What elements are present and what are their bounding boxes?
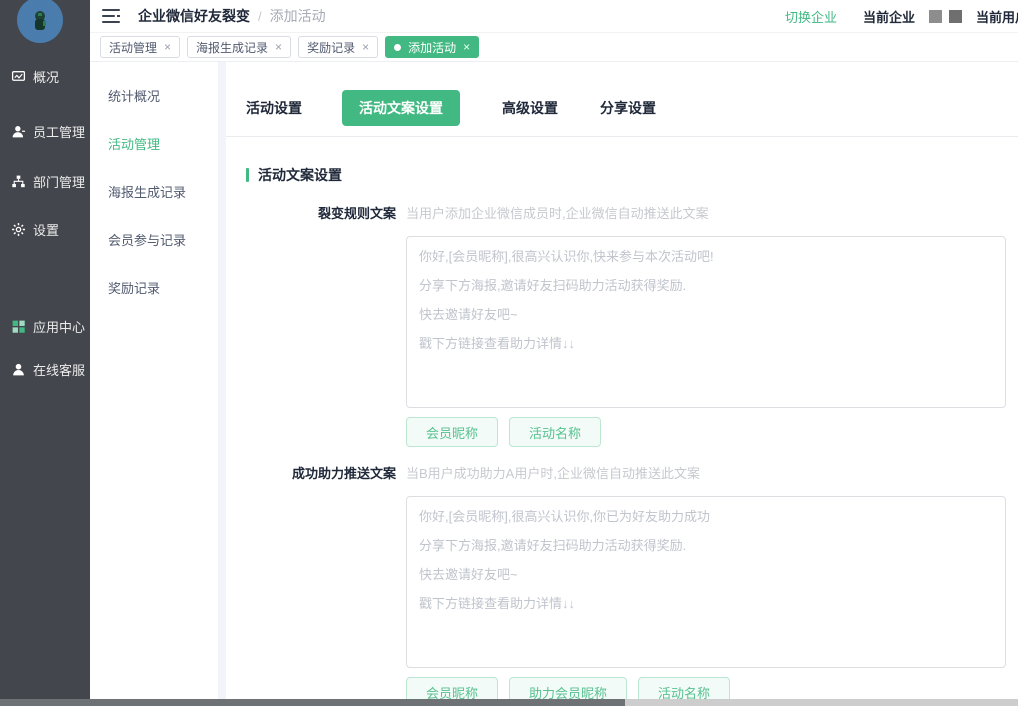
- sidebar-item-settings[interactable]: 设置: [0, 217, 90, 241]
- close-icon[interactable]: ×: [164, 40, 171, 54]
- insert-activity-name-button[interactable]: 活动名称: [509, 417, 601, 447]
- tab-activity-copywriting-settings[interactable]: 活动文案设置: [342, 90, 460, 126]
- sidebar-item-employees[interactable]: 员工管理: [0, 119, 90, 143]
- page-chip-add-activity[interactable]: 添加活动 ×: [385, 36, 479, 58]
- assist-success-copy-row: 成功助力推送文案 当B用户成功助力A用户时,企业微信自动推送此文案: [246, 463, 1018, 482]
- submenu-item-member-participation[interactable]: 会员参与记录: [90, 217, 218, 265]
- sidebar-item-label: 部门管理: [33, 172, 85, 191]
- opened-tabs-bar: 活动管理 × 海报生成记录 × 奖励记录 × 添加活动 ×: [90, 33, 1018, 62]
- close-icon[interactable]: ×: [275, 40, 282, 54]
- content-row: 统计概况 活动管理 海报生成记录 会员参与记录 奖励记录 活动设置 活动文案设置…: [90, 62, 1018, 700]
- fission-rule-copy-textarea[interactable]: 你好,[会员昵称],很高兴认识你,快来参与本次活动吧! 分享下方海报,邀请好友扫…: [406, 236, 1006, 408]
- gear-icon: [11, 222, 26, 237]
- right-column: 企业微信好友裂变 / 添加活动 切换企业 当前企业 当前用户 活动管理 × 海报…: [90, 0, 1018, 700]
- horizontal-scrollbar-track[interactable]: [0, 699, 1018, 706]
- assist-success-copy-textarea-wrap: 你好,[会员昵称],很高兴认识你,你已为好友助力成功 分享下方海报,邀请好友扫码…: [406, 496, 1018, 668]
- assist-success-copy-textarea[interactable]: 你好,[会员昵称],很高兴认识你,你已为好友助力成功 分享下方海报,邀请好友扫码…: [406, 496, 1006, 668]
- company-logo-1: [929, 10, 942, 23]
- page-chip-poster-records[interactable]: 海报生成记录 ×: [187, 36, 291, 58]
- page-chip-reward-records[interactable]: 奖励记录 ×: [298, 36, 378, 58]
- submenu-item-poster-records[interactable]: 海报生成记录: [90, 169, 218, 217]
- sidebar-item-label: 应用中心: [33, 317, 85, 336]
- collapse-menu-icon[interactable]: [102, 9, 120, 23]
- sidebar-item-departments[interactable]: 部门管理: [0, 169, 90, 193]
- secondary-sidebar: 统计概况 活动管理 海报生成记录 会员参与记录 奖励记录: [90, 62, 218, 700]
- fission-rule-copy-row: 裂变规则文案 当用户添加企业微信成员时,企业微信自动推送此文案: [246, 203, 1018, 222]
- fission-rule-copy-textarea-wrap: 你好,[会员昵称],很高兴认识你,快来参与本次活动吧! 分享下方海报,邀请好友扫…: [406, 236, 1018, 408]
- sidebar-item-label: 在线客服: [33, 360, 85, 379]
- fission-rule-copy-label: 裂变规则文案: [246, 203, 396, 222]
- company-logo-thumbnails: [929, 10, 962, 23]
- current-company-label: 当前企业: [863, 7, 915, 26]
- close-icon[interactable]: ×: [362, 40, 369, 54]
- submenu-item-reward-records[interactable]: 奖励记录: [90, 265, 218, 313]
- support-icon: [11, 362, 26, 377]
- close-icon[interactable]: ×: [463, 40, 470, 54]
- tab-advanced-settings[interactable]: 高级设置: [502, 90, 558, 126]
- breadcrumb-current: 添加活动: [270, 6, 326, 26]
- submenu-item-statistics-overview[interactable]: 统计概况: [90, 73, 218, 121]
- primary-sidebar: 概况 员工管理 部门管理 设置 应用中心: [0, 0, 90, 700]
- section-accent-bar: [246, 168, 249, 182]
- sidebar-item-label: 员工管理: [33, 122, 85, 141]
- sidebar-item-label: 概况: [33, 67, 59, 86]
- assist-success-copy-label: 成功助力推送文案: [246, 463, 396, 482]
- submenu-item-activity-management[interactable]: 活动管理: [90, 121, 218, 169]
- section-header: 活动文案设置: [246, 165, 1018, 185]
- tab-share-settings[interactable]: 分享设置: [600, 90, 656, 126]
- tabs-divider: [226, 136, 1018, 137]
- page-chip-activity-management[interactable]: 活动管理 ×: [100, 36, 180, 58]
- switch-company-link[interactable]: 切换企业: [785, 7, 837, 26]
- section-title-text: 活动文案设置: [258, 165, 342, 185]
- chip-label: 活动管理: [109, 39, 157, 56]
- settings-tabs: 活动设置 活动文案设置 高级设置 分享设置: [246, 90, 1018, 126]
- current-user-label: 当前用户: [976, 7, 1018, 26]
- horizontal-scrollbar-thumb[interactable]: [0, 699, 625, 706]
- mascot-logo-icon: [27, 7, 53, 33]
- vertical-scrollbar-track[interactable]: [218, 62, 226, 700]
- breadcrumb-separator: /: [258, 9, 262, 24]
- tab-activity-settings[interactable]: 活动设置: [246, 90, 302, 126]
- chip-label: 海报生成记录: [196, 39, 268, 56]
- chip-label: 添加活动: [408, 39, 456, 56]
- company-logo-2: [949, 10, 962, 23]
- fission-rule-copy-token-buttons: 会员昵称 活动名称: [406, 417, 1018, 447]
- main-panel: 活动设置 活动文案设置 高级设置 分享设置 活动文案设置 裂变规则文案 当用户添…: [226, 62, 1018, 700]
- app-window: 概况 员工管理 部门管理 设置 应用中心: [0, 0, 1018, 706]
- sidebar-item-app-center[interactable]: 应用中心: [0, 314, 90, 338]
- app-logo[interactable]: [17, 0, 63, 43]
- sidebar-item-overview[interactable]: 概况: [0, 64, 90, 88]
- chip-label: 奖励记录: [307, 39, 355, 56]
- apps-grid-icon: [11, 319, 26, 334]
- dashboard-icon: [11, 69, 26, 84]
- active-dot: [394, 44, 401, 51]
- assist-success-copy-hint: 当B用户成功助力A用户时,企业微信自动推送此文案: [406, 463, 700, 482]
- sidebar-item-label: 设置: [33, 220, 59, 239]
- breadcrumb-root[interactable]: 企业微信好友裂变: [138, 6, 250, 26]
- insert-member-nickname-button[interactable]: 会员昵称: [406, 417, 498, 447]
- department-icon: [11, 174, 26, 189]
- header-right: 切换企业 当前企业 当前用户: [785, 7, 1018, 26]
- fission-rule-copy-hint: 当用户添加企业微信成员时,企业微信自动推送此文案: [406, 203, 709, 222]
- sidebar-item-online-support[interactable]: 在线客服: [0, 357, 90, 381]
- top-header: 企业微信好友裂变 / 添加活动 切换企业 当前企业 当前用户: [90, 0, 1018, 33]
- employee-icon: [11, 124, 26, 139]
